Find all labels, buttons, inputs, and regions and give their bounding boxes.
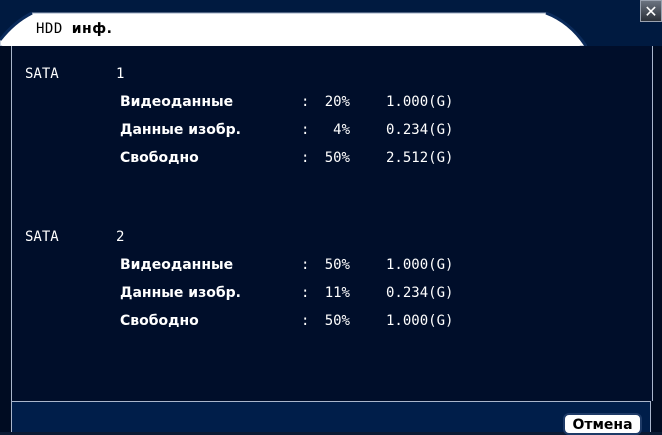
close-button[interactable]: ✕ [640,0,662,22]
disk-1-free-size: 2.512(G) [386,150,454,166]
close-icon: ✕ [644,2,658,21]
disk-2-video-label: Видеоданные [120,257,234,273]
title-bar: HDD инф. ✕ [0,0,662,46]
hdd-info-window: HDD инф. ✕ SATA 1 Видеоданные : 20% 1.00… [0,0,662,435]
disk-1-image-label: Данные изобр. [120,122,241,138]
window-title: HDD инф. [36,21,112,37]
title-main: инф. [71,21,113,37]
disk-1-image-size: 0.234(G) [386,122,454,138]
disk-2-free-size: 1.000(G) [386,313,454,329]
disk-1-free-percent: 50% [324,150,350,166]
disk-2-free-percent: 50% [324,313,350,329]
disk-1-free-colon: : [301,150,310,166]
disk-1-image-colon: : [301,122,310,138]
disk-1-number: 1 [116,66,125,82]
disk-1-image-percent: 4% [333,122,350,138]
disk-2-image-label: Данные изобр. [120,285,241,301]
disk-2-image-size: 0.234(G) [386,285,454,301]
disk-1-video-size: 1.000(G) [386,94,454,110]
disk-1-free-label: Свободно [120,150,199,166]
disk-info-panel: SATA 1 Видеоданные : 20% 1.000(G) Данные… [11,46,653,401]
disk-1-video-colon: : [301,94,310,110]
disk-2-free-colon: : [301,313,310,329]
disk-2-video-size: 1.000(G) [386,257,454,273]
title-prefix: HDD [36,21,63,37]
disk-1-type: SATA [25,66,59,82]
disk-2-number: 2 [116,229,125,245]
disk-2-free-label: Свободно [120,313,199,329]
disk-2-image-colon: : [301,285,310,301]
disk-2-image-percent: 11% [324,285,350,301]
disk-1-video-percent: 20% [324,94,350,110]
disk-1-video-label: Видеоданные [120,94,234,110]
disk-2-video-percent: 50% [324,257,350,273]
disk-2-video-colon: : [301,257,310,273]
disk-2-type: SATA [25,229,59,245]
footer-bar: Отмена [11,401,651,435]
